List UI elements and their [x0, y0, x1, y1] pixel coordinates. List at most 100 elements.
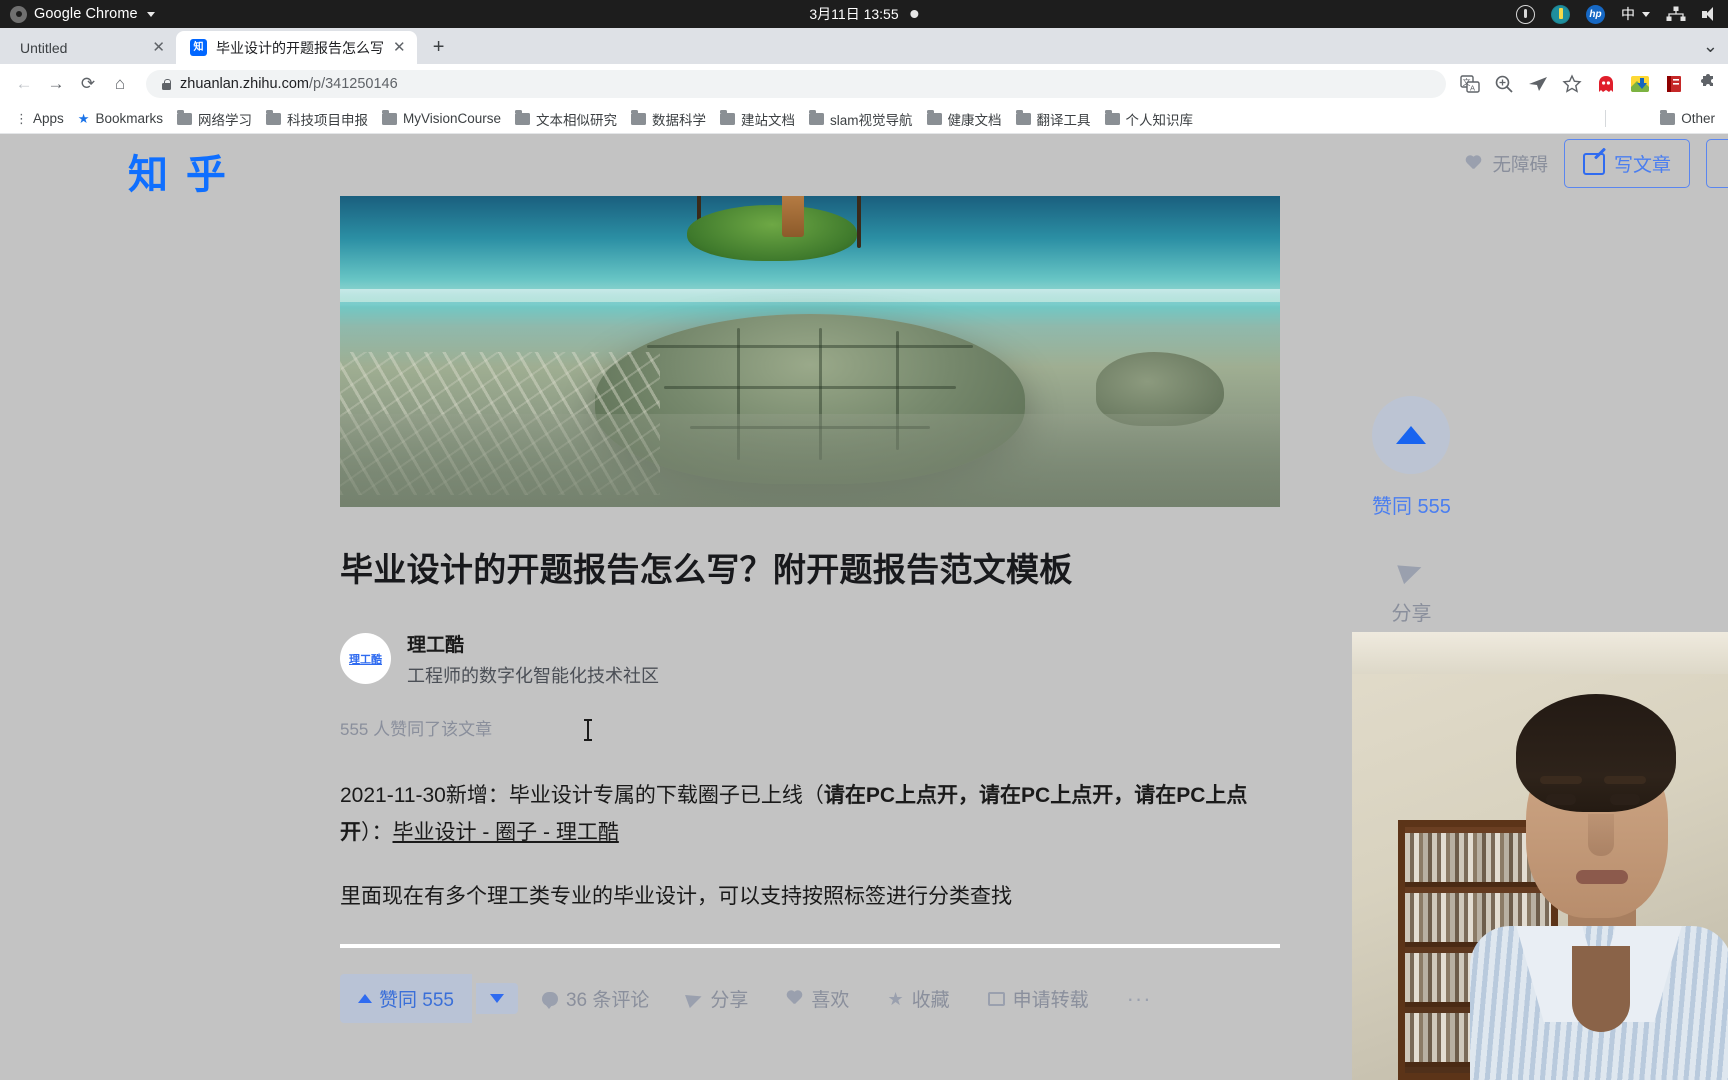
star-icon: ★ — [77, 110, 90, 126]
text-cursor — [584, 719, 592, 741]
tab-title: 毕业设计的开题报告怎么写 — [216, 39, 384, 56]
network-icon[interactable] — [1666, 6, 1686, 22]
author-info: 理工酷 工程师的数字化智能化技术社区 — [407, 630, 659, 688]
chrome-logo-icon — [10, 5, 27, 23]
ime-indicator[interactable]: 中 — [1621, 4, 1650, 24]
notification-dot-icon — [910, 10, 919, 18]
more-icon: ··· — [1126, 985, 1152, 1011]
zhihu-logo[interactable]: 知 乎 — [128, 142, 228, 200]
ghostery-extension-icon[interactable] — [1596, 74, 1616, 94]
home-icon[interactable]: ⌂ — [106, 70, 134, 98]
forward-icon[interactable]: → — [42, 70, 70, 98]
url-path: /p/341250146 — [308, 76, 398, 92]
bookmark-label: 科技项目申报 — [286, 112, 368, 128]
apps-grid-icon: ⋮ — [15, 110, 28, 126]
reload-icon[interactable]: ⟳ — [74, 70, 102, 98]
favorite-button[interactable]: ★ 收藏 — [873, 974, 963, 1023]
address-bar[interactable]: zhuanlan.zhihu.com/p/341250146 — [146, 70, 1446, 98]
translate-icon[interactable]: 文A — [1460, 74, 1480, 94]
chevron-down-icon[interactable] — [146, 11, 155, 17]
url-text: zhuanlan.zhihu.com/p/341250146 — [180, 76, 398, 92]
login-button[interactable]: 登录 — [1705, 139, 1728, 188]
comments-button[interactable]: 36 条评论 — [528, 974, 663, 1023]
bookmark-star-icon[interactable] — [1562, 74, 1582, 94]
bookmark-folder-shujukexue[interactable]: 数据科学 — [624, 106, 713, 132]
bookmark-folder-myvisioncourse[interactable]: MyVisionCourse — [375, 108, 508, 129]
accessibility-label: 无障碍 — [1492, 153, 1548, 175]
new-tab-button[interactable]: + — [425, 33, 453, 61]
download-extension-icon[interactable] — [1630, 74, 1650, 94]
bookmark-folder-kejixiangmu[interactable]: 科技项目申报 — [259, 106, 375, 132]
zhihu-header: 知 乎 无障碍 写文章 登录 — [0, 134, 1728, 198]
bookmark-folder-fanyigongju[interactable]: 翻译工具 — [1009, 106, 1098, 132]
cover-waterline — [340, 289, 1280, 308]
clock-text: 3月11日 13:55 — [809, 6, 899, 22]
volume-icon[interactable] — [1702, 6, 1720, 22]
bookmark-folder-slam[interactable]: slam视觉导航 — [802, 106, 920, 132]
bookmark-label: Other — [1681, 111, 1715, 126]
send-icon[interactable] — [1528, 74, 1548, 94]
bookmark-folder-gerenzhishiku[interactable]: 个人知识库 — [1098, 106, 1201, 132]
article-cover-image — [340, 196, 1280, 507]
article-action-bar: 赞同 555 36 条评论 分享 喜欢 ★ 收藏 申请转载 ··· — [340, 974, 1280, 1024]
repost-label: 申请转载 — [1012, 990, 1089, 1012]
extensions-puzzle-icon[interactable] — [1698, 74, 1718, 94]
comments-label: 36 条评论 — [565, 990, 650, 1012]
cover-island — [687, 205, 858, 262]
cover-tree-icon — [857, 196, 861, 248]
folder-icon — [631, 110, 647, 125]
zoom-icon[interactable] — [1494, 74, 1514, 94]
upvote-button[interactable]: 赞同 555 — [340, 974, 472, 1024]
close-icon[interactable]: ✕ — [393, 40, 406, 55]
bookmark-folder-wenbenxiangsi[interactable]: 文本相似研究 — [508, 106, 624, 132]
author-name[interactable]: 理工酷 — [407, 630, 659, 657]
folder-icon — [1104, 110, 1120, 125]
webcam-overlay — [1352, 632, 1728, 1080]
tab-strip: Untitled ✕ 知 毕业设计的开题报告怎么写 ✕ + ⌄ — [0, 28, 1728, 64]
bookmark-label: 健康文档 — [947, 112, 1002, 128]
cover-figure — [781, 196, 804, 238]
bookmark-folder-jianzhanwendang[interactable]: 建站文档 — [713, 106, 802, 132]
article-inline-link[interactable]: 毕业设计 - 圈子 - 理工酷 — [393, 821, 619, 844]
divider — [340, 944, 1280, 949]
bookmark-folder-other[interactable]: Other — [1653, 108, 1722, 129]
folder-icon — [1015, 110, 1031, 125]
bookmark-apps[interactable]: ⋮ Apps — [8, 108, 71, 130]
tab-untitled[interactable]: Untitled ✕ — [6, 31, 177, 64]
avatar[interactable]: 理工酷 — [340, 633, 391, 685]
tab-zhihu-article[interactable]: 知 毕业设计的开题报告怎么写 ✕ — [176, 31, 417, 64]
os-app-menu[interactable]: Google Chrome — [10, 5, 155, 23]
bookmark-label: 网络学习 — [197, 112, 252, 128]
bookmark-folder-wangluoxuexi[interactable]: 网络学习 — [170, 106, 259, 132]
accessibility-button[interactable]: 无障碍 — [1465, 151, 1548, 177]
bookmark-label: 翻译工具 — [1036, 112, 1091, 128]
bookmark-folder-jiankangwendang[interactable]: 健康文档 — [920, 106, 1009, 132]
repost-button[interactable]: 申请转载 — [974, 974, 1103, 1023]
star-icon: ★ — [887, 988, 904, 1009]
dictionary-extension-icon[interactable] — [1664, 74, 1684, 94]
hp-icon[interactable]: hp — [1586, 4, 1605, 24]
update-icon[interactable] — [1551, 4, 1570, 24]
favorite-label: 收藏 — [911, 990, 950, 1012]
bookmark-bookmarks[interactable]: ★ Bookmarks — [71, 108, 170, 130]
downvote-button[interactable] — [475, 983, 518, 1015]
toolbar-actions: 文A — [1460, 74, 1718, 94]
more-button[interactable]: ··· — [1113, 977, 1166, 1021]
back-icon[interactable]: ← — [10, 70, 38, 98]
share-icon — [1397, 557, 1426, 585]
close-icon[interactable]: ✕ — [152, 40, 165, 55]
rail-upvote-button[interactable] — [1372, 396, 1451, 474]
webcam-ceiling — [1352, 632, 1728, 674]
obs-icon[interactable] — [1516, 4, 1535, 24]
like-button[interactable]: 喜欢 — [772, 974, 863, 1023]
cover-seafloor — [340, 413, 1280, 507]
window-minimize-button[interactable]: ⌄ — [1703, 36, 1718, 57]
folder-icon — [720, 110, 736, 125]
share-button[interactable]: 分享 — [673, 974, 762, 1023]
rail-upvote-label[interactable]: 赞同 555 — [1372, 490, 1451, 519]
os-clock[interactable]: 3月11日 13:55 — [809, 4, 919, 24]
rail-share-button[interactable]: 分享 — [1391, 557, 1431, 626]
url-domain: zhuanlan.zhihu.com — [180, 76, 309, 92]
write-article-button[interactable]: 写文章 — [1563, 139, 1690, 188]
folder-icon — [1660, 110, 1676, 125]
